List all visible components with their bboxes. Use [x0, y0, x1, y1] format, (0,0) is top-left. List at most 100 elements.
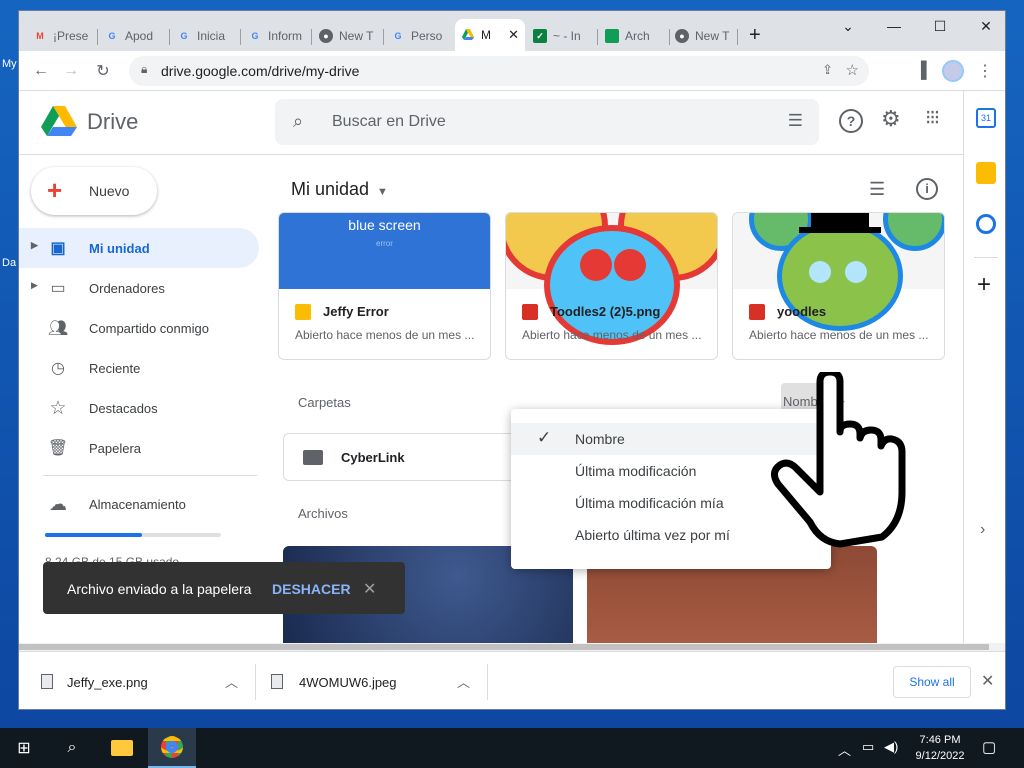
- apps-grid-icon[interactable]: ⁝⁝⁝: [925, 105, 940, 130]
- file-card[interactable]: Toodles2 (2)5.png Abierto hace menos de …: [505, 212, 718, 360]
- expand-panel-icon[interactable]: ›: [980, 521, 985, 539]
- search-icon[interactable]: ⌕: [293, 111, 303, 132]
- help-icon[interactable]: ?: [839, 109, 863, 133]
- clock[interactable]: 7:46 PM 9/12/2022: [910, 732, 970, 764]
- tab-label: M: [481, 28, 491, 42]
- bookmark-star-icon[interactable]: ☆: [846, 61, 859, 79]
- side-panel-icon[interactable]: ▐: [911, 61, 931, 81]
- expand-arrow-icon[interactable]: ▶: [31, 240, 38, 251]
- sheet-icon: [605, 29, 619, 43]
- close-window-button[interactable]: ✕: [963, 11, 1005, 41]
- browser-tab[interactable]: M ¡Prese: [33, 23, 91, 49]
- chevron-up-icon[interactable]: ︿: [457, 672, 470, 691]
- image-file-icon: [522, 304, 538, 320]
- share-icon[interactable]: ⇪: [822, 62, 833, 78]
- file-icon: [41, 674, 53, 689]
- sidebar-item-label: Almacenamiento: [89, 496, 186, 512]
- sidebar-item-shared[interactable]: 👥︎ Compartido conmigo: [19, 308, 259, 348]
- file-name: Toodles2 (2)5.png: [550, 304, 661, 319]
- drive-logo-icon: [41, 106, 77, 136]
- browser-tab[interactable]: ● New T: [319, 23, 375, 49]
- back-icon[interactable]: ←: [31, 61, 51, 81]
- chevron-up-icon[interactable]: ︿: [225, 672, 238, 691]
- browser-tab[interactable]: Arch: [605, 23, 661, 49]
- search-bar[interactable]: ⌕ Buscar en Drive ☰: [275, 99, 819, 145]
- chrome-taskbar-icon[interactable]: [148, 728, 196, 768]
- volume-icon[interactable]: ◀): [884, 739, 898, 755]
- computers-icon: ▭: [50, 280, 66, 297]
- tab-label: ¡Prese: [53, 29, 89, 43]
- sidebar-item-starred[interactable]: ☆ Destacados: [19, 388, 259, 428]
- sidebar-item-trash[interactable]: 🗑︎ Papelera: [19, 428, 259, 468]
- search-input[interactable]: Buscar en Drive: [332, 113, 446, 131]
- search-options-icon[interactable]: ☰: [788, 111, 803, 131]
- file-thumbnail: [733, 213, 944, 331]
- download-item[interactable]: Jeffy_exe.png ︿: [35, 652, 255, 709]
- sort-option-label: Última modificación: [575, 463, 697, 479]
- notifications-icon[interactable]: ▢: [982, 738, 996, 756]
- network-icon[interactable]: ▭: [862, 739, 874, 755]
- download-item[interactable]: 4WOMUW6.jpeg ︿: [265, 652, 485, 709]
- maximize-button[interactable]: ☐: [917, 11, 963, 41]
- tab-label: ~ - In: [553, 29, 581, 43]
- page-title[interactable]: Mi unidad ▼: [291, 179, 388, 200]
- horizontal-scrollbar[interactable]: [19, 643, 1005, 651]
- browser-tab[interactable]: G Perso: [391, 23, 449, 49]
- new-tab-button[interactable]: +: [749, 24, 761, 47]
- browser-tab[interactable]: G Inform: [248, 23, 304, 49]
- close-download-bar-icon[interactable]: ✕: [981, 671, 994, 691]
- browser-tab[interactable]: G Apod: [105, 23, 161, 49]
- toodles-eye-image: [580, 249, 612, 281]
- file-thumbnail: blue screen error: [279, 213, 490, 289]
- chrome-menu-icon[interactable]: ⋮: [975, 61, 995, 81]
- yoodles-eye-image: [845, 261, 867, 283]
- sidebar-item-storage[interactable]: ☁︎ Almacenamiento: [19, 484, 259, 524]
- details-info-icon[interactable]: i: [916, 178, 938, 200]
- settings-gear-icon[interactable]: ⚙: [881, 106, 901, 132]
- file-card[interactable]: yoodles Abierto hace menos de un mes ...: [732, 212, 945, 360]
- lock-icon: 🔒︎: [141, 62, 148, 76]
- cloud-icon: ☁︎: [49, 493, 67, 514]
- minimize-button[interactable]: —: [871, 11, 917, 41]
- expand-arrow-icon[interactable]: ▶: [31, 280, 38, 291]
- add-addon-icon[interactable]: +: [977, 271, 991, 299]
- close-tab-icon[interactable]: ✕: [508, 27, 519, 43]
- list-view-icon[interactable]: ☰: [869, 179, 885, 200]
- reload-icon[interactable]: ↻: [93, 61, 113, 81]
- profile-avatar[interactable]: [942, 60, 964, 82]
- browser-tab[interactable]: ● New T: [675, 23, 731, 49]
- sidebar-item-recent[interactable]: ◷ Reciente: [19, 348, 259, 388]
- windows-start-icon[interactable]: ⊞: [0, 728, 48, 768]
- side-panel: 31 + ›: [963, 91, 1005, 645]
- folder-icon: [303, 450, 323, 465]
- search-icon[interactable]: ⌕: [48, 728, 96, 768]
- browser-tab[interactable]: G Inicia: [177, 23, 233, 49]
- undo-button[interactable]: DESHACER: [272, 581, 351, 597]
- forward-icon[interactable]: →: [61, 61, 81, 81]
- folder-item[interactable]: CyberLink: [283, 433, 523, 481]
- show-all-button[interactable]: Show all: [893, 666, 971, 698]
- address-input[interactable]: 🔒︎ drive.google.com/drive/my-drive ⇪ ☆: [129, 56, 869, 86]
- sidebar-item-label: Compartido conmigo: [89, 320, 209, 336]
- download-divider: [255, 664, 256, 700]
- browser-tab-active[interactable]: M ✕: [455, 19, 525, 51]
- new-button[interactable]: + Nuevo: [31, 167, 157, 215]
- tasks-icon[interactable]: [976, 214, 996, 234]
- gmail-icon: M: [36, 31, 44, 41]
- scrollbar-thumb[interactable]: [19, 644, 989, 650]
- close-snackbar-icon[interactable]: ✕: [363, 579, 376, 599]
- file-card[interactable]: blue screen error Jeffy Error Abierto ha…: [278, 212, 491, 360]
- file-explorer-icon[interactable]: [98, 728, 146, 768]
- calendar-icon[interactable]: 31: [976, 108, 996, 128]
- tab-search-icon[interactable]: ⌄: [825, 11, 871, 41]
- file-subtitle: Abierto hace menos de un mes ...: [522, 328, 702, 342]
- sidebar-item-computers[interactable]: ▶ ▭ Ordenadores: [19, 268, 259, 308]
- storage-bar: [45, 533, 221, 537]
- snackbar-message: Archivo enviado a la papelera: [67, 581, 252, 597]
- tray-overflow-icon[interactable]: ︿: [838, 740, 851, 759]
- sidebar-item-my-drive[interactable]: ▶ ▣ Mi unidad: [19, 228, 259, 268]
- keep-icon[interactable]: [976, 162, 996, 184]
- desktop-label: My: [2, 58, 17, 70]
- tab-label: Apod: [125, 29, 154, 43]
- browser-tab[interactable]: ✓ ~ - In: [533, 23, 589, 49]
